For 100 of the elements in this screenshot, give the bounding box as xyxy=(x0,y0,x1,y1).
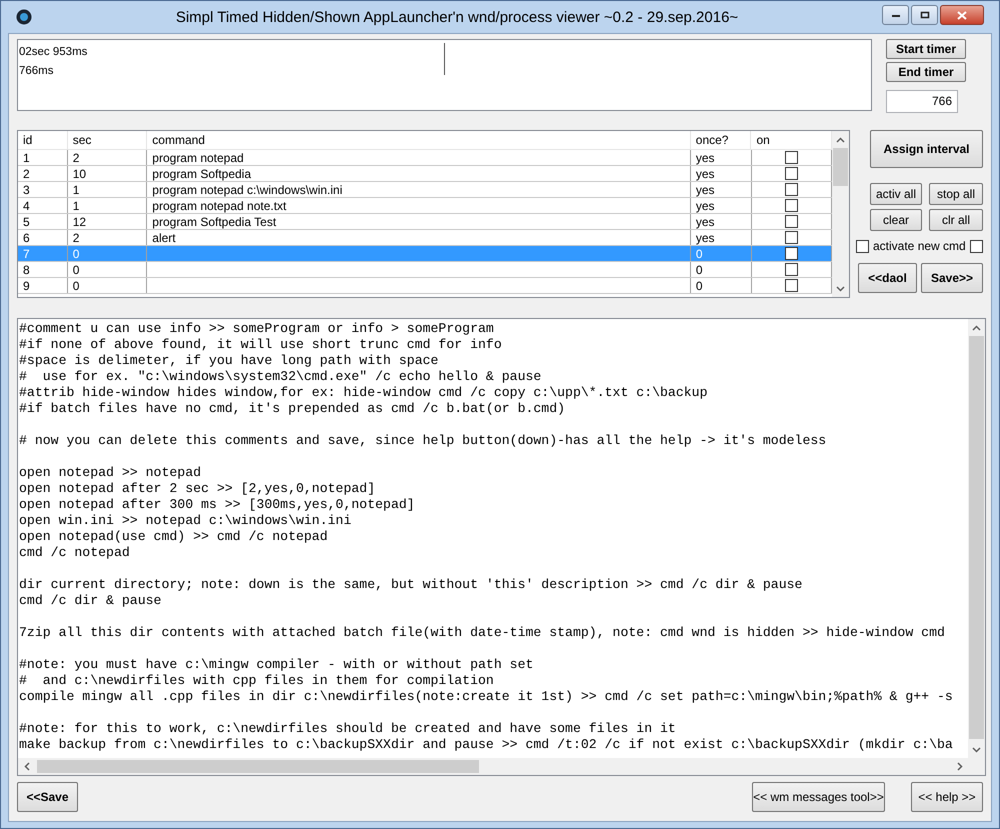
table-cell: program notepad c:\windows\win.ini xyxy=(152,183,342,197)
table-cell: 8 xyxy=(23,263,30,277)
code-line: open notepad after 300 ms >> [300ms,yes,0,notepad] xyxy=(19,497,415,512)
code-line: cmd /c notepad xyxy=(19,545,130,560)
on-checkbox[interactable] xyxy=(784,183,798,196)
code-line: open notepad after 2 sec >> [2,yes,0,notepad] xyxy=(19,481,376,496)
table-row[interactable]: 4 1 program notepad note.txt yes xyxy=(18,198,832,214)
table-cell: 2 xyxy=(72,231,80,245)
code-line: # and c:\newdirfiles with cpp files in them for compilation xyxy=(19,673,494,688)
start-timer-button[interactable]: Start timer xyxy=(886,39,966,59)
log-line: 766ms xyxy=(19,64,55,79)
scroll-up-icon xyxy=(972,324,981,330)
scroll-left-icon xyxy=(24,762,30,771)
table-cell: 10 xyxy=(72,167,86,181)
activ-all-button[interactable]: activ all xyxy=(870,183,922,205)
save-right-button[interactable]: Save>> xyxy=(921,263,983,293)
activate-checkbox[interactable] xyxy=(856,240,869,252)
on-checkbox[interactable] xyxy=(784,231,798,244)
code-line: #attrib hide-window hides window,for ex: hide-window cmd /c copy c:\upp\*.txt c:\backup xyxy=(19,385,708,400)
code-line: #if none of above found, it will use short trunc cmd for info xyxy=(19,337,502,352)
load-button[interactable]: <<daol xyxy=(858,263,917,293)
timer-field[interactable]: 766 xyxy=(886,90,958,113)
code-line: open win.ini >> notepad c:\windows\win.ini xyxy=(19,513,352,528)
table-cell: yes xyxy=(696,183,715,197)
clear-button[interactable]: clear xyxy=(870,209,922,231)
table-cell: yes xyxy=(696,151,715,165)
stop-all-button[interactable]: stop all xyxy=(929,183,983,205)
code-line: #if batch files have no cmd, it's prepended as cmd /c b.bat(or b.cmd) xyxy=(19,401,566,416)
on-checkbox[interactable] xyxy=(784,215,798,228)
table-cell: 4 xyxy=(23,199,30,213)
on-checkbox[interactable] xyxy=(784,263,798,276)
clr-all-button[interactable]: clr all xyxy=(929,209,983,231)
app-icon xyxy=(16,9,32,25)
column-header[interactable]: command xyxy=(147,131,691,149)
on-checkbox[interactable] xyxy=(784,279,798,292)
close-button[interactable] xyxy=(940,5,984,25)
table-cell: yes xyxy=(696,215,715,229)
on-checkbox[interactable] xyxy=(784,151,798,164)
vertical-scrollbar[interactable] xyxy=(968,319,985,758)
code-line: open notepad >> notepad xyxy=(19,465,202,480)
scrollbar-thumb[interactable] xyxy=(37,760,479,773)
table-cell: program Softpedia Test xyxy=(152,215,276,229)
table-cell: alert xyxy=(152,231,176,245)
on-checkbox[interactable] xyxy=(784,247,798,260)
table-cell: 0 xyxy=(72,247,80,261)
maximize-button[interactable] xyxy=(911,5,938,25)
scrollbar-thumb[interactable] xyxy=(969,336,984,739)
table-cell: program notepad xyxy=(152,151,244,165)
code-line: cmd /c dir & pause xyxy=(19,593,162,608)
table-row[interactable]: 1 2 program notepad yes xyxy=(18,150,832,166)
assign-interval-button[interactable]: Assign interval xyxy=(870,130,983,168)
save-left-button[interactable]: <<Save xyxy=(17,782,78,812)
table-cell: yes xyxy=(696,167,715,181)
help-button[interactable]: << help >> xyxy=(911,782,983,812)
table-cell: 9 xyxy=(23,279,30,293)
table-cell: program notepad note.txt xyxy=(152,199,286,213)
window-title: Simpl Timed Hidden/Shown AppLauncher'n wnd/process viewer ~0.2 - 29.sep.2016~ xyxy=(174,8,740,26)
code-line: #space is delimeter, if you have long path with space xyxy=(19,353,438,368)
table-cell: 1 xyxy=(72,183,80,197)
table-cell: 3 xyxy=(23,183,30,197)
table-cell: 0 xyxy=(696,263,703,277)
checkbox[interactable] xyxy=(970,240,983,252)
table-cell: 0 xyxy=(72,263,80,277)
table-cell: yes xyxy=(696,199,715,213)
code-line: #comment u can use info >> someProgram or info > someProgram xyxy=(19,321,494,336)
checkbox-label: activate new cmd xyxy=(873,239,966,253)
restore-icon xyxy=(920,11,930,19)
close-icon xyxy=(957,10,967,20)
on-checkbox[interactable] xyxy=(784,199,798,212)
code-line: make backup from c:\newdirfiles to c:\backupSXXdir and pause >> cmd /t:02 /c if not exist c:\backupSXXdir (mkdir c:\ba xyxy=(19,737,953,752)
vertical-scrollbar[interactable] xyxy=(832,131,849,297)
table-row[interactable]: 8 0 0 xyxy=(18,262,832,278)
column-header[interactable]: once? xyxy=(690,131,752,149)
scroll-right-icon xyxy=(956,762,962,771)
table-cell: 1 xyxy=(72,199,80,213)
table-cell: 0 xyxy=(696,247,703,261)
table-cell: yes xyxy=(696,231,715,245)
table-row[interactable]: 9 0 0 xyxy=(18,278,832,294)
log-line: 02sec 953ms xyxy=(19,45,88,60)
end-timer-button[interactable]: End timer xyxy=(886,62,966,82)
code-line: 7zip all this dir contents with attached batch file(with date-time stamp), note: cmd wnd is hidden >> hide-window cmd xyxy=(19,625,945,640)
table-cell: 2 xyxy=(23,167,30,181)
column-header[interactable]: id xyxy=(18,131,68,149)
table-cell: 5 xyxy=(23,215,30,229)
horizontal-scrollbar[interactable] xyxy=(18,758,968,775)
table-row[interactable]: 5 12 program Softpedia Test yes xyxy=(18,214,832,230)
table-row[interactable]: 3 1 program notepad c:\windows\win.ini yes xyxy=(18,182,832,198)
scroll-down-icon xyxy=(972,746,981,752)
minimize-button[interactable] xyxy=(882,5,909,25)
on-checkbox[interactable] xyxy=(784,167,798,180)
table-cell: 0 xyxy=(696,279,703,293)
code-line: #note: you must have c:\mingw compiler - with or without path set xyxy=(19,657,534,672)
wm-messages-tool-button[interactable]: << wm messages tool>> xyxy=(752,782,885,812)
code-line: # use for ex. "c:\windows\system32\cmd.exe" /c echo hello & pause xyxy=(19,369,542,384)
table-cell: 0 xyxy=(72,279,80,293)
column-header[interactable]: sec xyxy=(68,131,148,149)
code-line: # now you can delete this comments and save, since help button(down)-has all the help -> it's modeless xyxy=(19,433,826,448)
table-row[interactable]: 2 10 program Softpedia yes xyxy=(18,166,832,182)
table-cell: 6 xyxy=(23,231,30,245)
scrollbar-thumb[interactable] xyxy=(833,148,848,186)
